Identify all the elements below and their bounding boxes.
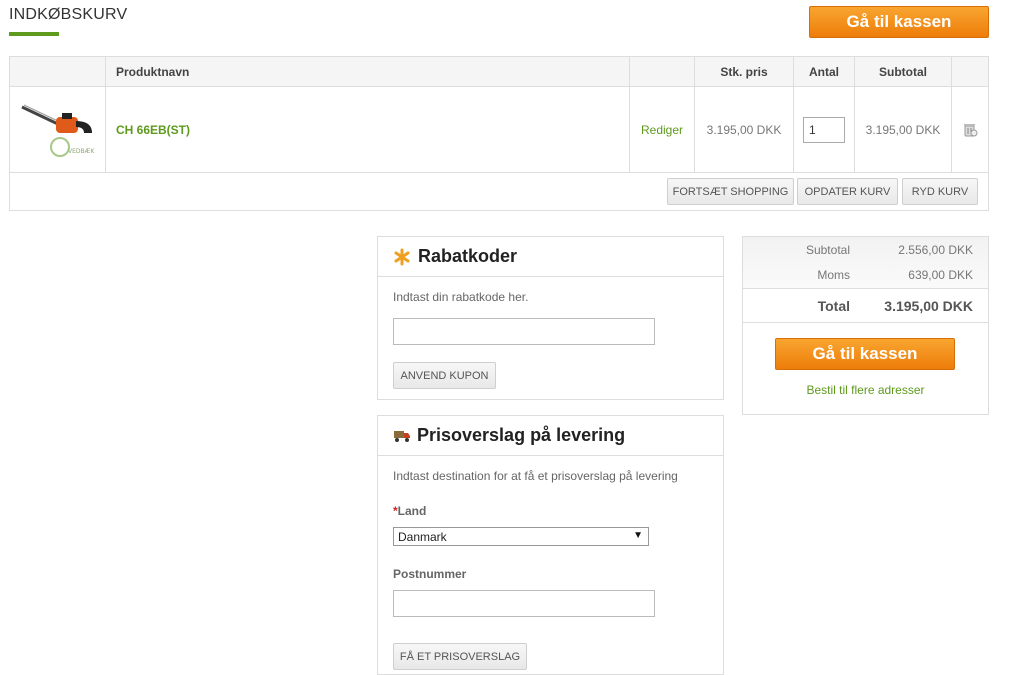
shipping-title: Prisoverslag på levering <box>417 425 626 445</box>
multi-address-link[interactable]: Bestil til flere adresser <box>743 383 988 397</box>
cart-actions-row: FORTSÆT SHOPPING OPDATER KURV RYD KURV <box>10 173 988 211</box>
svg-text:VEDBÆK: VEDBÆK <box>68 148 95 155</box>
cart-table: Produktnavn Stk. pris Antal Subtotal VED… <box>9 56 989 211</box>
checkout-button-top[interactable]: Gå til kassen <box>809 6 989 38</box>
discount-box: Rabatkoder Indtast din rabatkode her. AN… <box>377 236 724 400</box>
country-select[interactable]: Danmark ▼ <box>393 527 649 546</box>
dropdown-arrow-icon: ▼ <box>633 530 643 541</box>
continue-shopping-button[interactable]: FORTSÆT SHOPPING <box>667 178 794 205</box>
grand-total-row: Total 3.195,00 DKK <box>743 288 988 323</box>
header-product-name: Produktnavn <box>106 57 630 86</box>
update-cart-button[interactable]: OPDATER KURV <box>797 178 898 205</box>
header-remove <box>952 57 988 86</box>
subtotal-label: Subtotal <box>805 243 850 257</box>
get-quote-button[interactable]: FÅ ET PRISOVERSLAG <box>393 643 527 670</box>
row-subtotal: 3.195,00 DKK <box>855 87 952 172</box>
totals-box: Subtotal 2.556,00 DKK Moms 639,00 DKK To… <box>742 236 989 415</box>
unit-price: 3.195,00 DKK <box>695 87 794 172</box>
tax-label: Moms <box>817 268 850 282</box>
discount-title: Rabatkoder <box>418 246 518 266</box>
header-unit-price: Stk. pris <box>695 57 794 86</box>
tax-value: 639,00 DKK <box>908 268 973 282</box>
country-label-text: Land <box>397 504 427 518</box>
apply-coupon-button[interactable]: ANVEND KUPON <box>393 362 496 389</box>
table-row: VEDBÆK CH 66EB(ST) Rediger 3.195,00 DKK … <box>10 87 988 173</box>
product-thumbnail[interactable]: VEDBÆK <box>10 87 106 172</box>
asterisk-icon <box>394 248 410 265</box>
postcode-input[interactable] <box>393 590 655 617</box>
trash-icon[interactable] <box>962 122 978 138</box>
cart-header-row: Produktnavn Stk. pris Antal Subtotal <box>10 57 988 87</box>
truck-icon <box>394 430 410 442</box>
hedge-trimmer-image: VEDBÆK <box>20 104 95 157</box>
grand-total-label: Total <box>817 298 850 314</box>
title-underline <box>9 32 59 36</box>
subtotal-value: 2.556,00 DKK <box>898 243 973 257</box>
header-edit <box>630 57 695 86</box>
product-name-link[interactable]: CH 66EB(ST) <box>116 123 190 137</box>
clear-cart-button[interactable]: RYD KURV <box>902 178 978 205</box>
shipping-hint: Indtast destination for at få et prisove… <box>393 469 678 483</box>
discount-hint: Indtast din rabatkode her. <box>393 290 529 304</box>
qty-input[interactable] <box>803 116 845 143</box>
checkout-button-bottom[interactable]: Gå til kassen <box>775 338 955 370</box>
edit-link[interactable]: Rediger <box>641 123 683 137</box>
discount-code-input[interactable] <box>393 318 655 345</box>
postcode-label: Postnummer <box>393 567 467 581</box>
header-image <box>10 57 106 86</box>
totals-summary: Subtotal 2.556,00 DKK Moms 639,00 DKK <box>743 237 988 288</box>
header-qty: Antal <box>794 57 855 86</box>
discount-header: Rabatkoder <box>378 237 723 277</box>
country-select-value: Danmark <box>398 529 447 544</box>
page-title: INDKØBSKURV <box>9 6 128 23</box>
country-label: *Land <box>393 504 426 518</box>
shipping-estimate-box: Prisoverslag på levering Indtast destina… <box>377 415 724 675</box>
grand-total-value: 3.195,00 DKK <box>884 298 973 314</box>
header-subtotal: Subtotal <box>855 57 952 86</box>
shipping-header: Prisoverslag på levering <box>378 416 723 456</box>
